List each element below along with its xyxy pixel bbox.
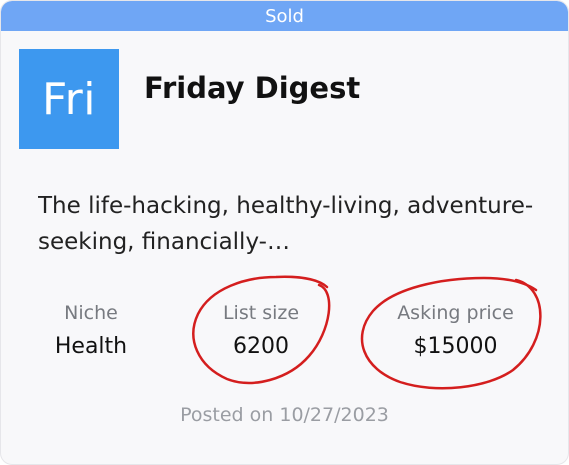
listing-card[interactable]: Sold Fri Friday Digest The life-hacking,… <box>0 0 569 465</box>
posted-date: Posted on 10/27/2023 <box>180 404 389 426</box>
newsletter-title[interactable]: Friday Digest <box>144 71 360 105</box>
logo-text: Fri <box>42 73 96 125</box>
newsletter-logo: Fri <box>19 49 119 149</box>
niche-label: Niche <box>64 302 118 324</box>
sold-status-banner: Sold <box>1 1 568 31</box>
list-size-value: 6200 <box>233 334 289 359</box>
asking-price-value: $15000 <box>413 334 498 359</box>
list-size-label: List size <box>222 302 300 324</box>
stat-asking-price: Asking price $15000 <box>373 301 538 361</box>
newsletter-description: The life-hacking, healthy-living, advent… <box>38 193 534 255</box>
stat-list-size: List size 6200 <box>196 301 326 361</box>
stat-niche: Niche Health <box>31 301 151 361</box>
niche-value: Health <box>54 334 128 359</box>
asking-price-label: Asking price <box>397 302 514 324</box>
